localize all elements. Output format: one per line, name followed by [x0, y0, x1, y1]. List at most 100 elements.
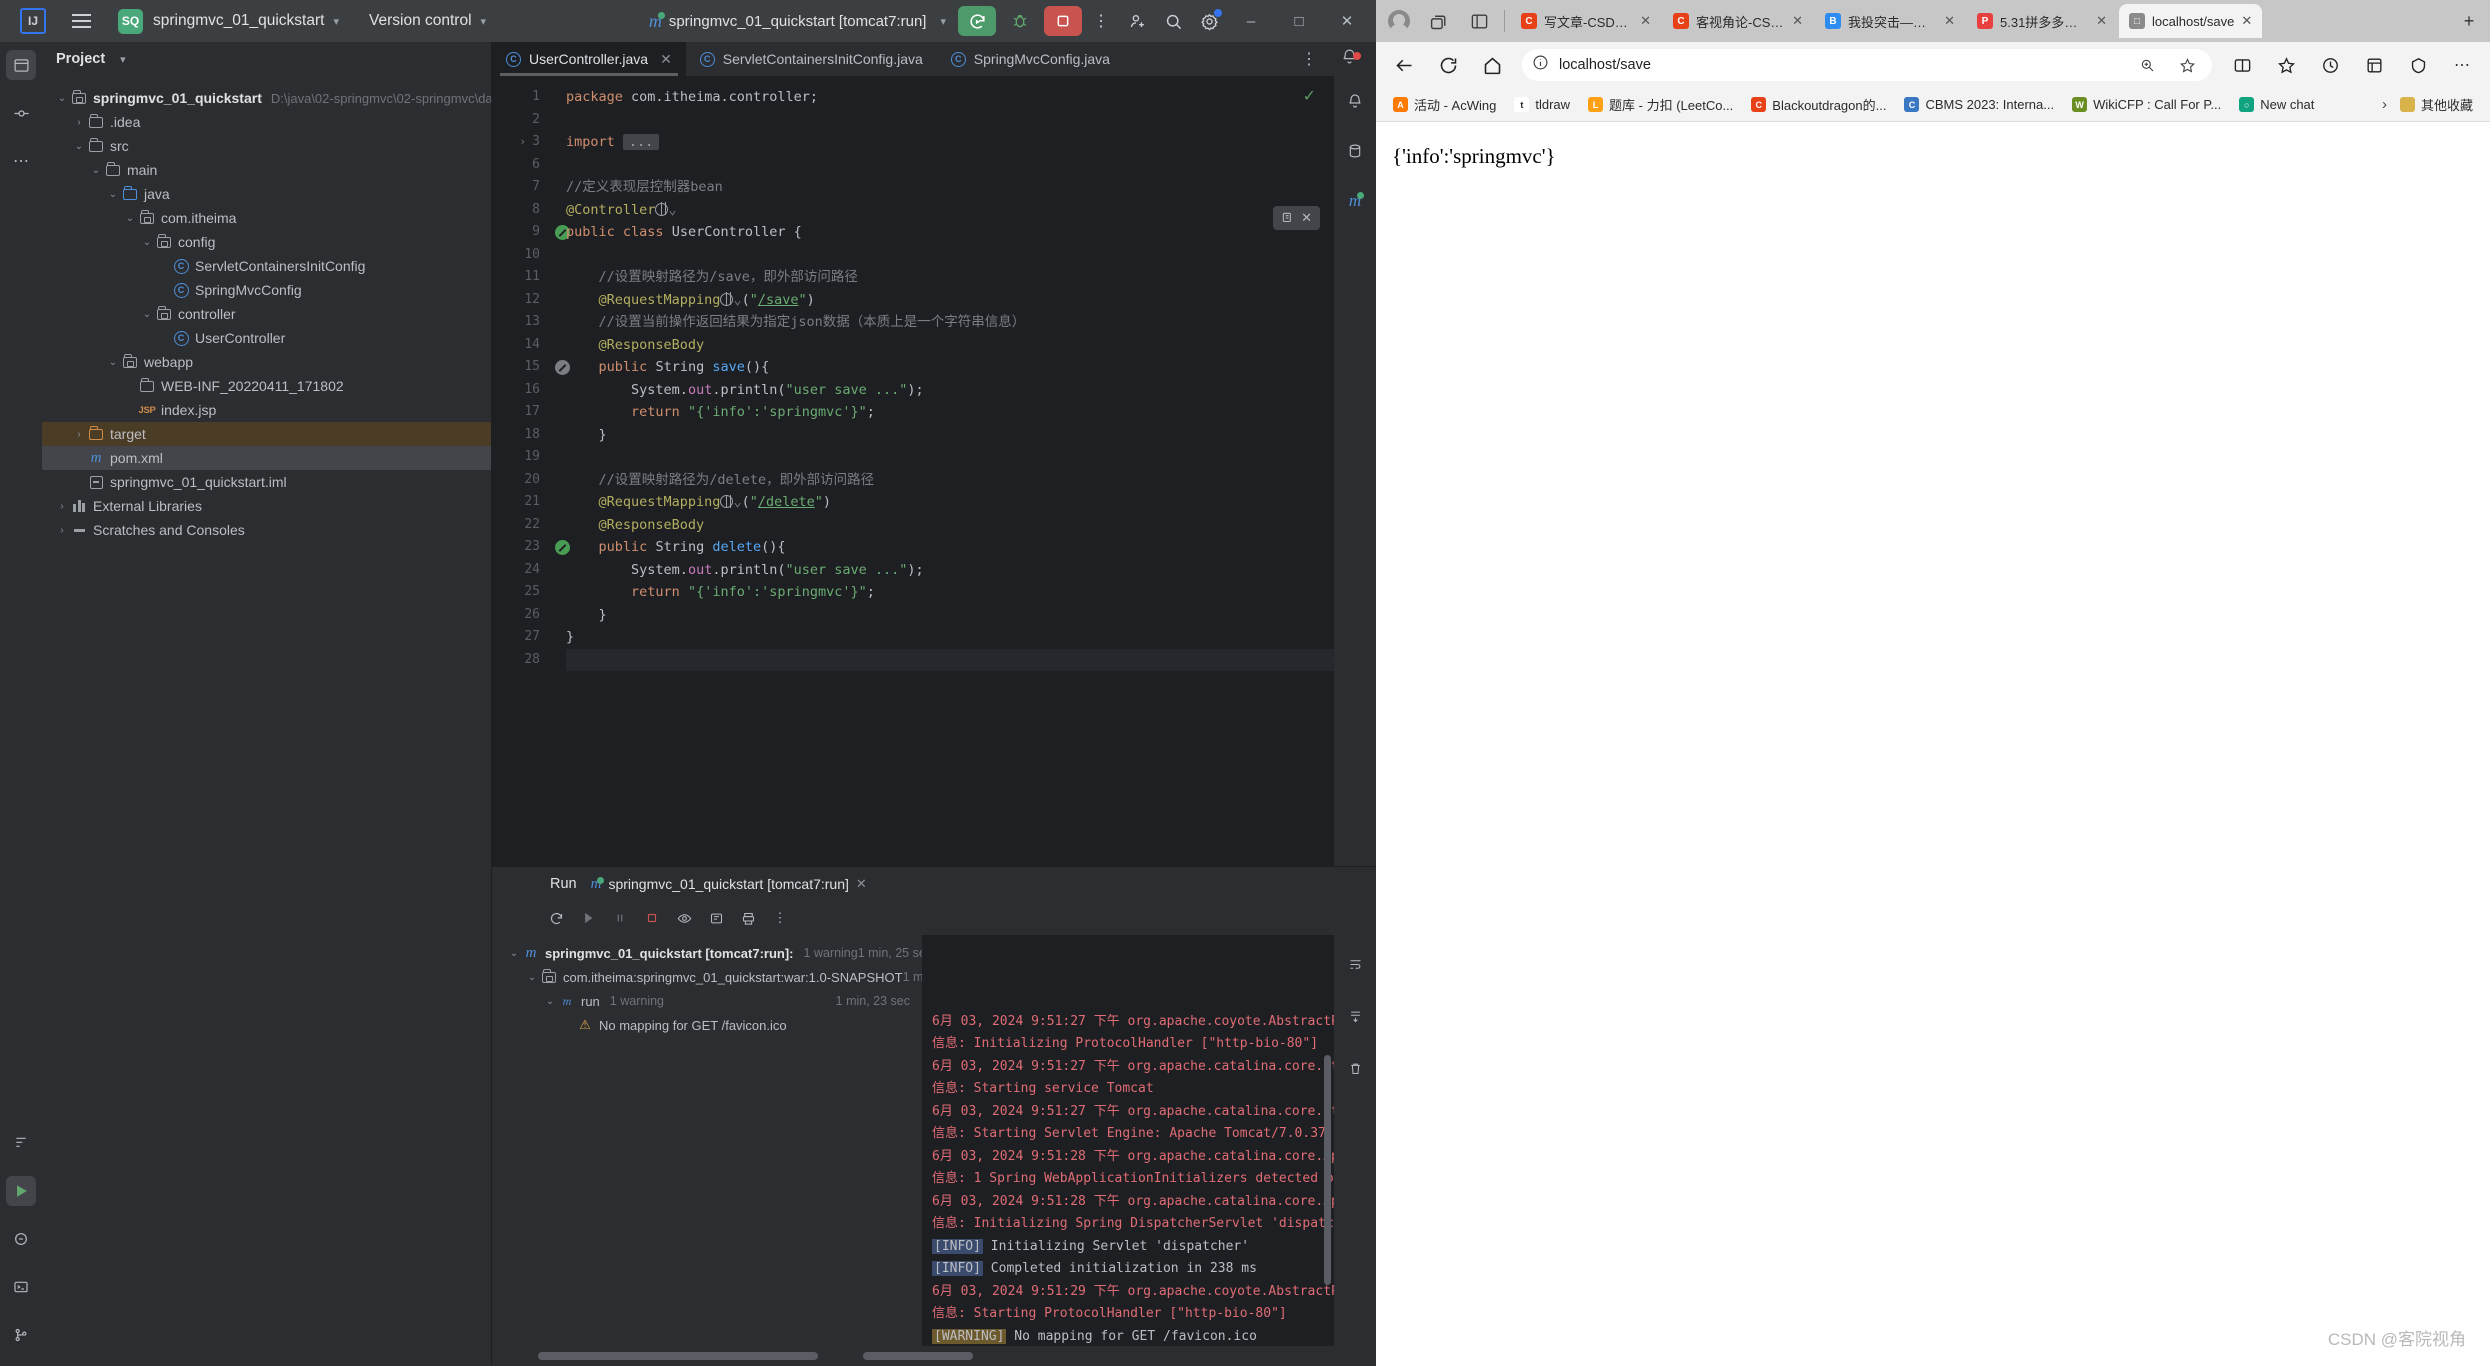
browser-tab[interactable]: P 5.31拼多多服务设... ✕: [1967, 4, 2117, 38]
editor-tab[interactable]: C ServletContainersInitConfig.java: [686, 42, 937, 76]
run-tree[interactable]: ⌄ m springmvc_01_quickstart [tomcat7:run]:…: [492, 935, 922, 1346]
collections-icon[interactable]: [2354, 48, 2394, 82]
run-tree-twisty-icon[interactable]: ⌄: [524, 972, 540, 983]
bookmark-item[interactable]: A 活动 - AcWing: [1386, 92, 1503, 117]
tree-node[interactable]: › Scratches and Consoles: [42, 518, 491, 542]
tree-node[interactable]: ⌄ springmvc_01_quickstart D:\java\02-sprin…: [42, 86, 491, 110]
tree-node[interactable]: springmvc_01_quickstart.iml: [42, 470, 491, 494]
console-hscrollbar[interactable]: [863, 1352, 973, 1360]
run-tree-row[interactable]: ⌄ m springmvc_01_quickstart [tomcat7:run]:…: [492, 941, 922, 965]
scroll-to-end-icon[interactable]: [1340, 1001, 1370, 1031]
tree-twisty-icon[interactable]: ›: [54, 501, 70, 512]
browser-tab-close-icon[interactable]: ✕: [2096, 13, 2107, 29]
filter-icon[interactable]: [670, 905, 698, 931]
browser-menu-icon[interactable]: ⋯: [2442, 48, 2482, 82]
browser-tabs[interactable]: C 写文章-CSDN博客 ✕ C 客视角论-CSDN博... ✕ B 我投突击——第四... ✕…: [1511, 4, 2450, 38]
settings-gear-icon[interactable]: [1192, 6, 1226, 36]
bookmark-item[interactable]: ○ New chat: [2232, 94, 2321, 115]
commit-tool-icon[interactable]: [6, 98, 36, 128]
minimize-button[interactable]: –: [1228, 0, 1274, 42]
tree-twisty-icon[interactable]: ⌄: [88, 165, 104, 176]
terminal-tool-icon[interactable]: [6, 1272, 36, 1302]
console-scrollbar[interactable]: [1324, 1055, 1331, 1285]
add-user-icon[interactable]: [1120, 6, 1154, 36]
tree-twisty-icon[interactable]: ⌄: [105, 357, 121, 368]
browser-tab[interactable]: □ localhost/save ✕: [2119, 4, 2263, 38]
version-control-menu[interactable]: Version control: [369, 12, 472, 30]
tree-node[interactable]: ⌄ main: [42, 158, 491, 182]
project-tree[interactable]: ⌄ springmvc_01_quickstart D:\java\02-sprin…: [42, 76, 491, 1366]
site-info-icon[interactable]: [1532, 54, 1549, 76]
tree-twisty-icon[interactable]: ›: [54, 525, 70, 536]
search-icon[interactable]: [1156, 6, 1190, 36]
profile-avatar[interactable]: [1380, 4, 1418, 38]
bookmarks-bar[interactable]: A 活动 - AcWing t tldraw L 题库 - 力扣 (LeetCo... C B…: [1376, 88, 2490, 122]
inlay-close-icon[interactable]: ✕: [1301, 210, 1312, 226]
tree-node[interactable]: ⌄ webapp: [42, 350, 491, 374]
tree-node[interactable]: C ServletContainersInitConfig: [42, 254, 491, 278]
print-icon[interactable]: [734, 905, 762, 931]
editor-tab[interactable]: C UserController.java ✕: [492, 42, 686, 76]
tree-node[interactable]: ⌄ controller: [42, 302, 491, 326]
project-panel-chevron-down-icon[interactable]: ▾: [120, 53, 126, 66]
project-tool-icon[interactable]: [6, 50, 36, 80]
tree-node[interactable]: › target: [42, 422, 491, 446]
resume-icon[interactable]: [574, 905, 602, 931]
editor-tab[interactable]: C SpringMvcConfig.java: [937, 42, 1124, 76]
run-tree-twisty-icon[interactable]: ⌄: [542, 996, 558, 1007]
more-actions-icon[interactable]: ⋮: [1084, 6, 1118, 36]
tree-node[interactable]: m pom.xml: [42, 446, 491, 470]
tree-node[interactable]: › External Libraries: [42, 494, 491, 518]
history-icon[interactable]: [2310, 48, 2350, 82]
split-screen-icon[interactable]: [2222, 48, 2262, 82]
pause-icon[interactable]: [606, 905, 634, 931]
browser-tab-close-icon[interactable]: ✕: [1792, 13, 1803, 29]
tree-node[interactable]: ⌄ java: [42, 182, 491, 206]
notifications-icon[interactable]: [1340, 86, 1370, 116]
other-favorites-item[interactable]: 其他收藏: [2393, 92, 2480, 117]
home-icon[interactable]: [1472, 48, 1512, 82]
run-config-chevron-down-icon[interactable]: ▾: [940, 15, 946, 28]
run-tree-row[interactable]: ⌄ com.itheima:springmvc_01_quickstart:war…: [492, 965, 922, 989]
maven-tool-icon[interactable]: m: [1340, 186, 1370, 216]
run-more-icon[interactable]: ⋮: [766, 905, 794, 931]
editor-tabs-more-icon[interactable]: ⋮: [1291, 49, 1327, 69]
tree-twisty-icon[interactable]: ›: [71, 117, 87, 128]
structure-tool-icon[interactable]: [6, 1128, 36, 1158]
fold-toggle-icon[interactable]: ›: [519, 131, 526, 154]
project-hscrollbar[interactable]: [538, 1352, 818, 1360]
vertical-tabs-icon[interactable]: [1460, 4, 1498, 38]
run-button[interactable]: [958, 6, 996, 36]
tree-twisty-icon[interactable]: ›: [71, 429, 87, 440]
run-console-output[interactable]: 6月 03, 2024 9:51:27 下午 org.apache.coyote…: [922, 935, 1334, 1346]
bookmark-item[interactable]: C Blackoutdragon的...: [1744, 92, 1893, 117]
tree-node[interactable]: ⌄ com.itheima: [42, 206, 491, 230]
maximize-button[interactable]: □: [1276, 0, 1322, 42]
rerun-icon[interactable]: [542, 905, 570, 931]
tree-node[interactable]: ⌄ config: [42, 230, 491, 254]
bookmark-item[interactable]: t tldraw: [1507, 94, 1577, 115]
url-text[interactable]: localhost/save: [1559, 57, 2122, 73]
browser-tab-close-icon[interactable]: ✕: [2241, 13, 2252, 29]
run-tab-close-icon[interactable]: ✕: [856, 876, 867, 892]
reload-icon[interactable]: [1428, 48, 1468, 82]
code-editor[interactable]: 1 2 3 › 6 7 8 9 10 11 12 13 14 15 16 17 18 19 20 21 22 23 24 25…: [492, 76, 1334, 866]
tree-node[interactable]: WEB-INF_20220411_171802: [42, 374, 491, 398]
tree-twisty-icon[interactable]: ⌄: [122, 213, 138, 224]
bookmarks-overflow-icon[interactable]: ›: [2382, 96, 2387, 113]
browser-tab-close-icon[interactable]: ✕: [1944, 13, 1955, 29]
tree-node[interactable]: C SpringMvcConfig: [42, 278, 491, 302]
stop-run-icon[interactable]: [638, 905, 666, 931]
clear-all-icon[interactable]: [1340, 1053, 1370, 1083]
more-tools-icon[interactable]: ⋯: [6, 146, 36, 176]
project-chevron-down-icon[interactable]: ▾: [333, 15, 339, 28]
browser-tab-close-icon[interactable]: ✕: [1640, 13, 1651, 29]
editor-tab-close-icon[interactable]: ✕: [660, 51, 672, 68]
run-tool-icon[interactable]: [6, 1176, 36, 1206]
database-icon[interactable]: [1340, 136, 1370, 166]
run-tree-row[interactable]: ⚠ No mapping for GET /favicon.ico: [492, 1013, 922, 1037]
browser-tab[interactable]: C 写文章-CSDN博客 ✕: [1511, 4, 1661, 38]
run-tree-twisty-icon[interactable]: ⌄: [506, 948, 522, 959]
problems-tool-icon[interactable]: [6, 1224, 36, 1254]
favorites-bar-icon[interactable]: [2266, 48, 2306, 82]
